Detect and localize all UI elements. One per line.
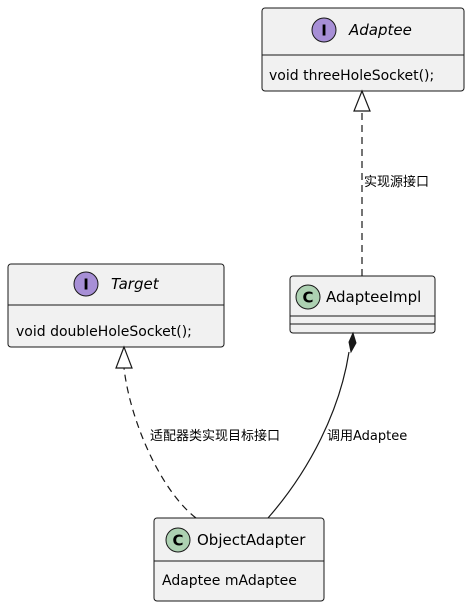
- adaptee-interface[interactable]: I Adaptee void threeHoleSocket();: [261, 7, 465, 92]
- object-adapter-field: Adaptee mAdaptee: [162, 573, 297, 589]
- adaptee-method: void threeHoleSocket();: [269, 68, 434, 84]
- adaptee-impl-class[interactable]: C AdapteeImpl: [289, 275, 436, 334]
- impl-to-adaptee-label: 实现源接口: [364, 174, 429, 190]
- adapter-to-target-label: 适配器类实现目标接口: [150, 428, 280, 444]
- composition-diamond: [348, 331, 357, 354]
- object-adapter-stereotype-letter: C: [172, 532, 183, 550]
- uml-class-diagram: I Adaptee void threeHoleSocket(); I Targ…: [7, 7, 465, 602]
- object-adapter-class[interactable]: C ObjectAdapter Adaptee mAdaptee: [153, 517, 325, 602]
- realization-impl-to-adaptee: 实现源接口: [353, 89, 429, 276]
- target-stereotype-letter: I: [83, 276, 89, 294]
- adaptee-impl-stereotype-letter: C: [302, 289, 313, 307]
- realization-arrowhead: [353, 89, 371, 112]
- realization-arrowhead: [115, 345, 133, 369]
- target-interface[interactable]: I Target void doubleHoleSocket();: [7, 263, 225, 348]
- adaptee-name: Adaptee: [348, 21, 412, 39]
- adaptee-impl-name: AdapteeImpl: [326, 288, 421, 306]
- target-method: void doubleHoleSocket();: [16, 324, 192, 340]
- adapter-to-impl-label: 调用Adaptee: [327, 429, 407, 444]
- adaptee-stereotype-letter: I: [321, 22, 327, 40]
- composition-adapter-to-impl: 调用Adaptee: [267, 331, 407, 519]
- realization-adapter-to-target: 适配器类实现目标接口: [115, 345, 280, 519]
- target-name: Target: [111, 275, 160, 293]
- object-adapter-name: ObjectAdapter: [197, 531, 306, 549]
